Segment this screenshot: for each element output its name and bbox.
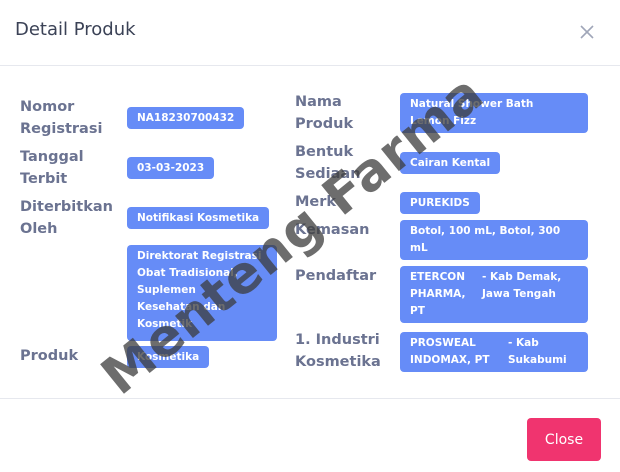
value-pendaftar: ETERCON PHARMA, PT - Kab Demak, Jawa Ten… xyxy=(400,266,588,323)
pendaftar-location: - Kab Demak, Jawa Tengah xyxy=(482,271,562,300)
pendaftar-name: ETERCON PHARMA, PT xyxy=(410,271,466,317)
label-diterbitkan-oleh: Diterbitkan Oleh xyxy=(20,199,113,237)
value-bentuk-sediaan: Cairan Kental xyxy=(400,152,501,174)
value-kemasan: Botol, 100 mL, Botol, 300 mL xyxy=(400,220,588,260)
footer-divider xyxy=(0,398,620,399)
value-nama-produk: Natural Shower Bath Lemon Fizz xyxy=(400,93,588,133)
label-merk: Merk xyxy=(295,194,337,210)
label-industri-kosmetika: 1. Industri Kosmetika xyxy=(295,332,381,370)
label-kemasan: Kemasan xyxy=(295,222,370,238)
value-nomor-registrasi: NA18230700432 xyxy=(127,107,245,129)
value-diterbitkan-oleh: Notifikasi Kosmetika xyxy=(127,207,270,229)
label-nama-produk: Nama Produk xyxy=(295,94,354,132)
label-nomor-registrasi: Nomor Registrasi xyxy=(20,99,103,137)
label-pendaftar: Pendaftar xyxy=(295,268,377,284)
label-bentuk-sediaan: Bentuk Sediaan xyxy=(295,144,361,182)
modal-header: Detail Produk xyxy=(0,0,620,66)
industri-name: PROSWEAL INDOMAX, PT xyxy=(410,337,490,366)
value-tanggal-terbit: 03-03-2023 xyxy=(127,157,215,179)
modal-title: Detail Produk xyxy=(15,19,136,40)
value-industri-kosmetika: PROSWEAL INDOMAX, PT - Kab Sukabumi xyxy=(400,332,588,372)
value-direktorat: Direktorat Registrasi Obat Tradisional, … xyxy=(127,245,277,341)
close-icon[interactable] xyxy=(577,22,597,42)
label-produk: Produk xyxy=(20,348,79,364)
industri-location: - Kab Sukabumi xyxy=(508,337,567,366)
close-button[interactable]: Close xyxy=(527,418,601,461)
value-produk: Kosmetika xyxy=(127,346,210,368)
label-tanggal-terbit: Tanggal Terbit xyxy=(20,149,84,187)
value-merk: PUREKIDS xyxy=(400,192,480,214)
